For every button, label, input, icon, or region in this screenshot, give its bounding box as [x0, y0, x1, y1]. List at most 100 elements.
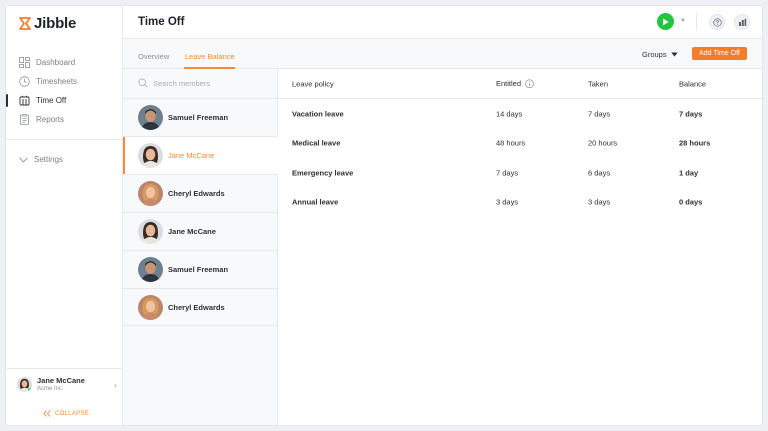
search-icon [138, 78, 148, 88]
collapse-button[interactable]: COLLAPSE [43, 410, 89, 417]
member-name: Samuel Freeman [168, 265, 229, 274]
table-header: Leave policy Entitled Taken Balance [278, 69, 762, 99]
cell-balance: 0 days [679, 197, 703, 207]
sub-header: Overview Leave Balance Groups Add Time O… [123, 39, 762, 69]
avatar [138, 143, 163, 168]
avatar [138, 105, 163, 130]
cell-balance: 1 day [679, 168, 699, 178]
member-item-selected[interactable]: Jane McCane [123, 136, 278, 175]
cell-policy: Emergency leave [292, 168, 354, 178]
cell-taken: 20 hours [588, 138, 618, 148]
search-input[interactable]: Search members [153, 79, 210, 88]
avatar [17, 377, 32, 392]
sidebar-item-reports[interactable]: Reports [6, 110, 123, 129]
caret-down-icon [670, 52, 678, 57]
member-name: Cheryl Edwards [168, 189, 225, 198]
avatar [138, 181, 163, 206]
sidebar-item-dashboard[interactable]: Dashboard [6, 53, 123, 72]
start-timer-button[interactable] [657, 13, 674, 30]
member-list: Samuel Freeman Jane McCane Cheryl Edward… [123, 98, 278, 326]
groups-label: Groups [642, 50, 667, 59]
sidebar-divider [6, 139, 123, 140]
cell-entitled: 48 hours [496, 138, 526, 148]
table-row[interactable]: Annual leave 3 days 3 days 0 days [278, 188, 762, 218]
brand-logo[interactable]: Jibble [19, 15, 76, 32]
notifications-button[interactable] [734, 14, 750, 30]
avatar [138, 257, 163, 282]
apps-icon [738, 18, 746, 26]
user-name: Jane McCane [37, 376, 85, 385]
app-window: Jibble Dashboard Timesheets Time Off Rep… [5, 5, 763, 426]
sidebar: Jibble Dashboard Timesheets Time Off Rep… [6, 6, 123, 425]
online-status-dot [27, 386, 32, 392]
header-divider [696, 13, 697, 31]
page-title: Time Off [138, 16, 185, 28]
play-icon [663, 18, 669, 25]
time-off-icon [19, 95, 30, 106]
sidebar-item-time-off[interactable]: Time Off [6, 91, 123, 110]
reports-icon [20, 114, 29, 125]
column-header-entitled[interactable]: Entitled [496, 79, 534, 89]
timer-dropdown-caret-icon[interactable]: ▼ [680, 18, 686, 24]
member-name: Jane McCane [168, 227, 216, 236]
members-panel: Search members Samuel Freeman Jane McCan… [123, 69, 278, 425]
member-item[interactable]: Samuel Freeman [123, 98, 278, 136]
sidebar-divider [6, 368, 123, 369]
jibble-logo-icon [19, 17, 31, 30]
member-item[interactable]: Cheryl Edwards [123, 288, 278, 326]
member-item[interactable]: Jane McCane [123, 212, 278, 250]
sidebar-item-label: Reports [36, 115, 65, 124]
collapse-label: COLLAPSE [55, 410, 90, 417]
table-row[interactable]: Emergency leave 7 days 6 days 1 day [278, 158, 762, 188]
sidebar-item-label: Timesheets [36, 77, 78, 86]
sidebar-nav: Dashboard Timesheets Time Off Reports [6, 53, 123, 129]
member-item[interactable]: Cheryl Edwards [123, 174, 278, 212]
column-header-entitled-label: Entitled [496, 78, 522, 88]
add-time-off-button[interactable]: Add Time Off [692, 47, 747, 60]
cell-taken: 3 days [588, 197, 611, 207]
table-row[interactable]: Medical leave 48 hours 20 hours 28 hours [278, 129, 762, 159]
cell-taken: 6 days [588, 168, 611, 178]
cell-policy: Vacation leave [292, 109, 344, 119]
leave-balance-table: Leave policy Entitled Taken Balance Vaca… [278, 69, 762, 218]
chevron-down-icon [19, 156, 28, 163]
cell-policy: Medical leave [292, 138, 341, 148]
cell-taken: 7 days [588, 109, 611, 119]
user-info: Jane McCane Acme Inc. [37, 376, 85, 392]
chevron-right-icon: › [114, 380, 117, 390]
brand-name: Jibble [34, 15, 77, 32]
settings-label: Settings [34, 155, 63, 164]
dashboard-icon [19, 57, 30, 68]
avatar [138, 295, 163, 320]
table-row[interactable]: Vacation leave 14 days 7 days 7 days [278, 99, 762, 129]
column-header-balance[interactable]: Balance [679, 79, 706, 88]
cell-entitled: 3 days [496, 197, 519, 207]
sidebar-item-settings[interactable]: Settings [19, 155, 63, 164]
user-organization: Acme Inc. [37, 386, 64, 392]
column-header-taken[interactable]: Taken [588, 79, 608, 88]
sidebar-item-label: Dashboard [36, 58, 76, 67]
clock-icon [19, 76, 30, 87]
help-icon [712, 17, 722, 27]
cell-entitled: 7 days [496, 168, 519, 178]
help-button[interactable] [709, 14, 725, 30]
tab-overview[interactable]: Overview [138, 52, 169, 61]
info-icon[interactable] [525, 79, 534, 89]
sidebar-item-label: Time Off [36, 96, 67, 105]
avatar [138, 219, 163, 244]
column-header-policy[interactable]: Leave policy [292, 79, 334, 88]
member-name: Cheryl Edwards [168, 302, 225, 312]
member-name: Samuel Freeman [168, 113, 229, 122]
member-search[interactable]: Search members [138, 78, 210, 88]
groups-dropdown[interactable]: Groups [642, 50, 678, 59]
member-item[interactable]: Samuel Freeman [123, 250, 278, 288]
cell-policy: Annual leave [292, 197, 339, 207]
tab-leave-balance[interactable]: Leave Balance [185, 52, 235, 61]
member-name: Jane McCane [168, 151, 215, 160]
current-user[interactable]: Jane McCane Acme Inc. › [17, 376, 117, 392]
cell-balance: 28 hours [679, 138, 711, 148]
cell-entitled: 14 days [496, 109, 523, 119]
top-header: Time Off ▼ [123, 6, 762, 39]
sidebar-item-timesheets[interactable]: Timesheets [6, 72, 123, 91]
double-chevron-left-icon [43, 410, 51, 417]
